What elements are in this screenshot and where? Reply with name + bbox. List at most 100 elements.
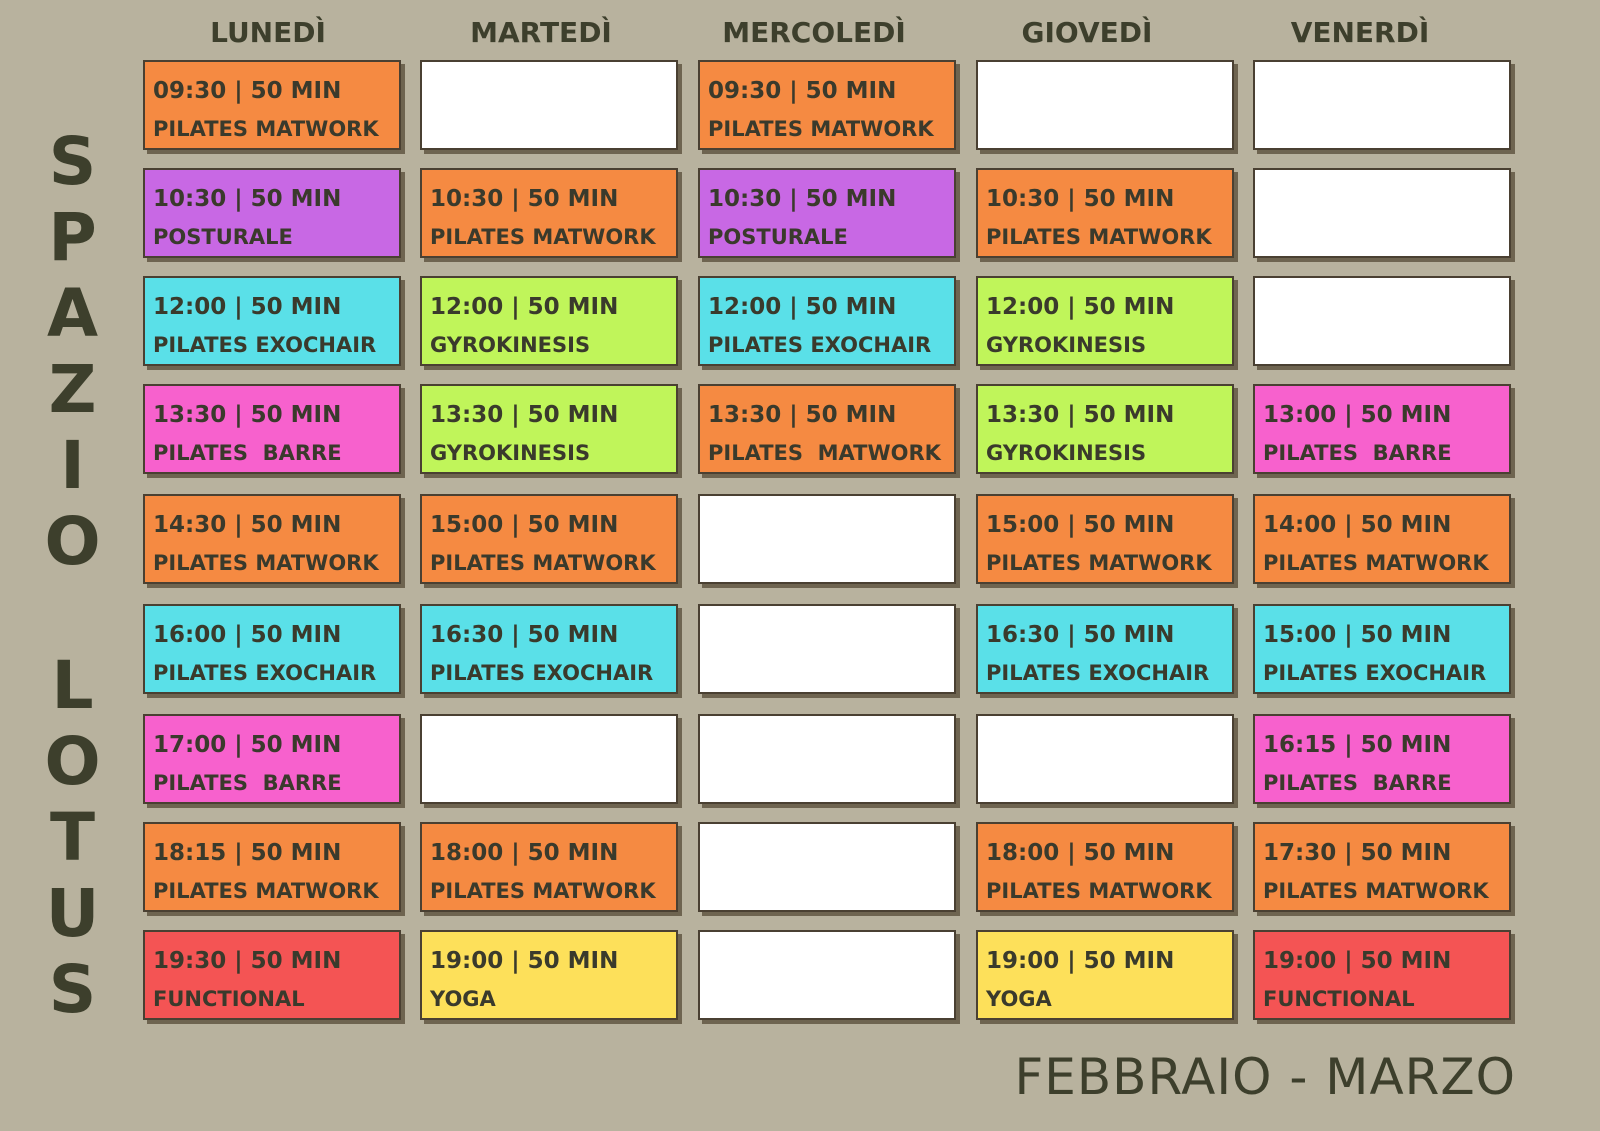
class-time: 15:00 | 50 MIN [986,512,1175,538]
class-time: 12:00 | 50 MIN [153,294,342,320]
day-header-lunedi: LUNEDÌ [210,16,326,49]
class-time: 17:00 | 50 MIN [153,732,342,758]
class-time: 15:00 | 50 MIN [430,512,619,538]
day-header-martedi: MARTEDÌ [470,16,612,49]
class-time: 13:30 | 50 MIN [986,402,1175,428]
class-slot: 14:30 | 50 MIN PILATES MATWORK [143,494,401,584]
class-slot: 13:30 | 50 MIN PILATES BARRE [143,384,401,474]
class-time: 18:00 | 50 MIN [986,840,1175,866]
brand-letter: Z [48,351,97,428]
class-time: 14:00 | 50 MIN [1263,512,1452,538]
brand-letter: U [45,875,100,952]
class-name: PILATES EXOCHAIR [1263,661,1487,685]
empty-slot [698,930,956,1020]
class-slot: 12:00 | 50 MIN GYROKINESIS [420,276,678,366]
class-time: 15:00 | 50 MIN [1263,622,1452,648]
brand-letter: O [44,723,101,800]
class-slot: 15:00 | 50 MIN PILATES MATWORK [420,494,678,584]
class-slot: 12:00 | 50 MIN PILATES EXOCHAIR [143,276,401,366]
class-slot: 10:30 | 50 MIN POSTURALE [143,168,401,258]
class-name: PILATES BARRE [1263,771,1452,795]
class-name: GYROKINESIS [430,441,591,465]
class-time: 14:30 | 50 MIN [153,512,342,538]
empty-slot [1253,60,1511,150]
class-slot: 18:00 | 50 MIN PILATES MATWORK [976,822,1234,912]
class-slot: 15:00 | 50 MIN PILATES EXOCHAIR [1253,604,1511,694]
class-name: PILATES EXOCHAIR [153,661,377,685]
class-name: FUNCTIONAL [153,987,305,1011]
brand-letter: S [48,951,97,1028]
class-name: PILATES MATWORK [986,879,1212,903]
class-name: PILATES MATWORK [153,551,379,575]
class-time: 12:00 | 50 MIN [708,294,897,320]
class-name: PILATES MATWORK [153,879,379,903]
class-name: PILATES MATWORK [430,551,656,575]
empty-slot [1253,168,1511,258]
class-slot: 19:00 | 50 MIN FUNCTIONAL [1253,930,1511,1020]
class-name: PILATES EXOCHAIR [708,333,932,357]
class-time: 10:30 | 50 MIN [986,186,1175,212]
class-time: 13:00 | 50 MIN [1263,402,1452,428]
class-time: 16:30 | 50 MIN [430,622,619,648]
class-time: 13:30 | 50 MIN [708,402,897,428]
class-slot: 13:30 | 50 MIN GYROKINESIS [976,384,1234,474]
class-time: 13:30 | 50 MIN [153,402,342,428]
class-time: 16:15 | 50 MIN [1263,732,1452,758]
class-time: 19:30 | 50 MIN [153,948,342,974]
empty-slot [1253,276,1511,366]
class-time: 19:00 | 50 MIN [1263,948,1452,974]
class-slot: 09:30 | 50 MIN PILATES MATWORK [698,60,956,150]
empty-slot [698,604,956,694]
class-name: PILATES BARRE [153,771,342,795]
empty-slot [976,714,1234,804]
empty-slot [420,60,678,150]
class-name: PILATES MATWORK [708,117,934,141]
brand-letter: P [48,199,97,276]
class-time: 12:00 | 50 MIN [986,294,1175,320]
class-name: PILATES BARRE [1263,441,1452,465]
class-slot: 13:30 | 50 MIN GYROKINESIS [420,384,678,474]
class-time: 09:30 | 50 MIN [708,78,897,104]
class-name: PILATES MATWORK [430,879,656,903]
class-slot: 10:30 | 50 MIN POSTURALE [698,168,956,258]
class-name: YOGA [430,987,496,1011]
class-time: 17:30 | 50 MIN [1263,840,1452,866]
class-time: 16:30 | 50 MIN [986,622,1175,648]
class-time: 10:30 | 50 MIN [430,186,619,212]
class-time: 18:15 | 50 MIN [153,840,342,866]
class-slot: 12:00 | 50 MIN PILATES EXOCHAIR [698,276,956,366]
class-slot: 19:30 | 50 MIN FUNCTIONAL [143,930,401,1020]
class-slot: 13:00 | 50 MIN PILATES BARRE [1253,384,1511,474]
class-name: GYROKINESIS [986,333,1147,357]
class-name: PILATES MATWORK [986,551,1212,575]
class-name: PILATES EXOCHAIR [986,661,1210,685]
brand-letter: I [60,427,85,504]
class-time: 12:00 | 50 MIN [430,294,619,320]
class-slot: 19:00 | 50 MIN YOGA [976,930,1234,1020]
day-header-mercoledi: MERCOLEDÌ [722,16,906,49]
class-name: PILATES BARRE [153,441,342,465]
class-slot: 17:00 | 50 MIN PILATES BARRE [143,714,401,804]
empty-slot [698,822,956,912]
class-slot: 16:00 | 50 MIN PILATES EXOCHAIR [143,604,401,694]
weekday-header-row: LUNEDÌ MARTEDÌ MERCOLEDÌ GIOVEDÌ VENERDÌ [138,16,1520,56]
empty-slot [420,714,678,804]
brand-letter: L [51,647,94,724]
class-name: PILATES MATWORK [1263,551,1489,575]
class-name: PILATES EXOCHAIR [153,333,377,357]
class-name: POSTURALE [153,225,293,249]
class-time: 10:30 | 50 MIN [153,186,342,212]
class-slot: 10:30 | 50 MIN PILATES MATWORK [976,168,1234,258]
class-name: PILATES EXOCHAIR [430,661,654,685]
class-slot: 16:15 | 50 MIN PILATES BARRE [1253,714,1511,804]
class-time: 19:00 | 50 MIN [986,948,1175,974]
class-name: GYROKINESIS [986,441,1147,465]
class-slot: 16:30 | 50 MIN PILATES EXOCHAIR [976,604,1234,694]
class-name: PILATES MATWORK [708,441,941,465]
period-label: FEBBRAIO - MARZO [1014,1048,1516,1106]
class-name: PILATES MATWORK [430,225,656,249]
class-time: 16:00 | 50 MIN [153,622,342,648]
class-slot: 18:15 | 50 MIN PILATES MATWORK [143,822,401,912]
empty-slot [976,60,1234,150]
class-slot: 14:00 | 50 MIN PILATES MATWORK [1253,494,1511,584]
